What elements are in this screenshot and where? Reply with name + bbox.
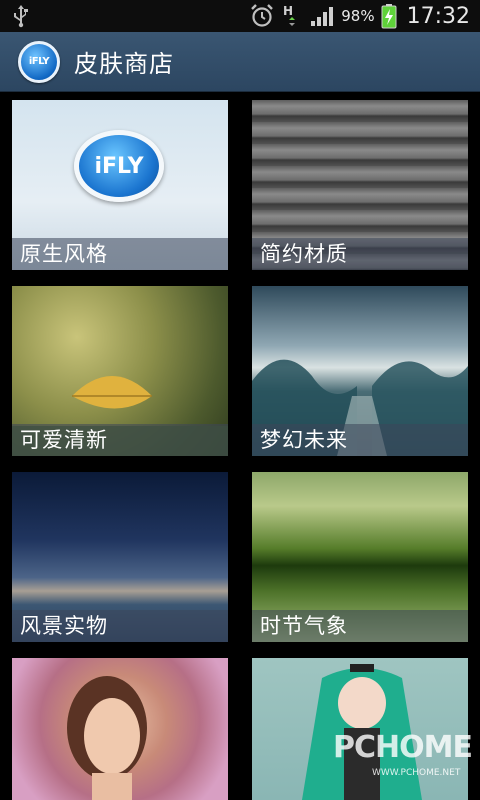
data-h-icon: H xyxy=(283,4,296,26)
category-label: 原生风格 xyxy=(12,238,228,270)
battery-percent: 98% xyxy=(341,7,375,25)
clock: 17:32 xyxy=(406,3,470,29)
usb-icon xyxy=(14,5,28,28)
alarm-icon xyxy=(251,4,274,27)
watermark-url: WWW.PCHOME.NET xyxy=(372,768,461,778)
skin-category-grid: iFLY 原生风格 简约材质 可爱清新 梦幻未来 风景实物 时节气象 PCHOM… xyxy=(0,92,480,800)
category-tile-portrait[interactable] xyxy=(12,658,228,800)
category-thumbnail xyxy=(252,658,468,800)
signal-icon xyxy=(311,7,334,26)
category-tile-dream-future[interactable]: 梦幻未来 xyxy=(252,286,468,456)
portrait-image xyxy=(67,676,147,800)
category-tile-cute-fresh[interactable]: 可爱清新 xyxy=(12,286,228,456)
app-logo-icon: iFLY xyxy=(18,40,60,83)
ifly-logo-icon: iFLY xyxy=(74,130,164,202)
category-label: 梦幻未来 xyxy=(252,424,468,456)
category-label: 时节气象 xyxy=(252,610,468,642)
watermark-logo: PCHOME xyxy=(333,730,473,765)
page-title: 皮肤商店 xyxy=(74,50,174,78)
category-tile-native-style[interactable]: iFLY 原生风格 xyxy=(12,100,228,270)
title-bar: iFLY 皮肤商店 xyxy=(0,32,480,92)
category-label: 可爱清新 xyxy=(12,424,228,456)
status-bar: H 98% 17:32 xyxy=(0,0,480,32)
category-tile-simple-material[interactable]: 简约材质 xyxy=(252,100,468,270)
svg-text:H: H xyxy=(283,4,293,18)
ifly-badge-text: iFLY xyxy=(94,153,144,179)
battery-charging-icon xyxy=(381,4,397,29)
anime-image xyxy=(302,664,422,800)
category-thumbnail xyxy=(12,658,228,800)
category-tile-scenery[interactable]: 风景实物 xyxy=(12,472,228,642)
category-label: 简约材质 xyxy=(252,238,468,270)
category-tile-seasonal-weather[interactable]: 时节气象 xyxy=(252,472,468,642)
app-logo-text: iFLY xyxy=(28,56,50,67)
category-tile-anime[interactable] xyxy=(252,658,468,800)
category-label: 风景实物 xyxy=(12,610,228,642)
